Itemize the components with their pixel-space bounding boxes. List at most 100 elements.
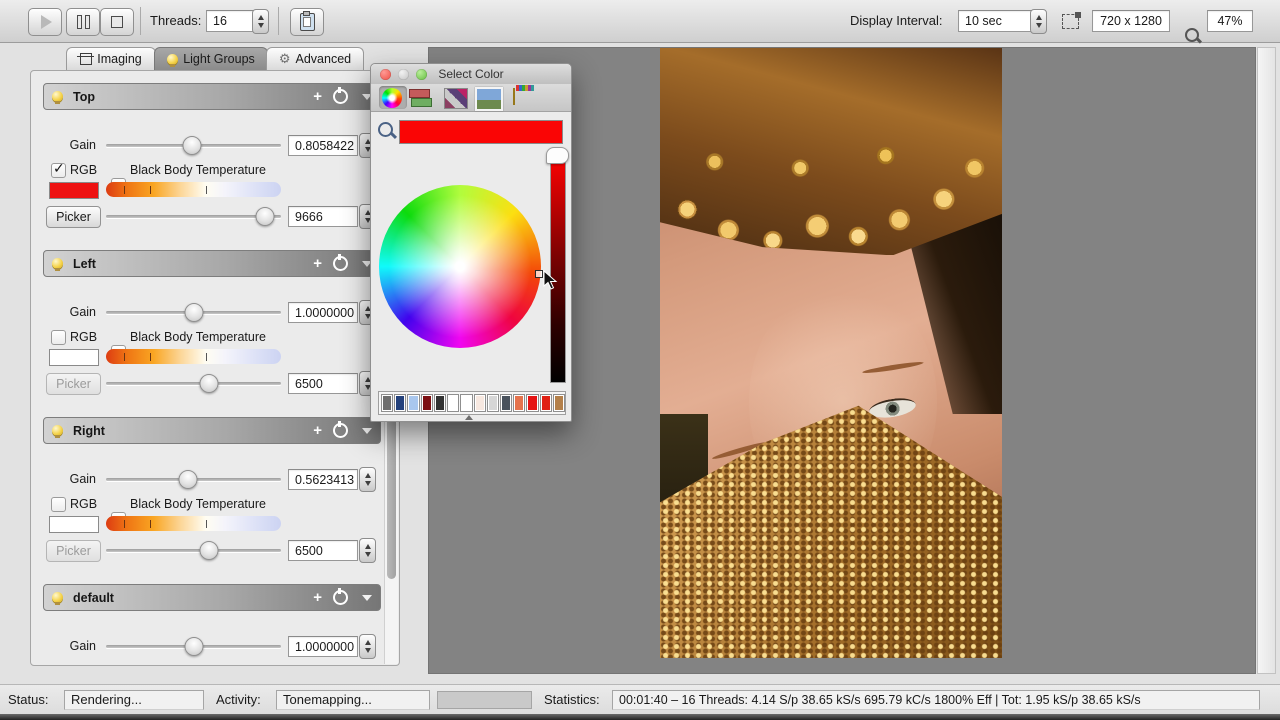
temperature-slider-thumb[interactable]: [200, 374, 219, 393]
swatch[interactable]: [540, 394, 552, 412]
gradient-tick: [124, 353, 126, 361]
gain-stepper[interactable]: [359, 634, 376, 659]
gain-slider[interactable]: [106, 144, 281, 147]
magnifier-picker-icon[interactable]: [378, 122, 393, 137]
gain-slider[interactable]: [106, 645, 281, 648]
power-toggle-icon[interactable]: [333, 89, 348, 104]
statistics-label: Statistics:: [544, 692, 600, 707]
resize-canvas-icon[interactable]: [1062, 14, 1079, 29]
picker-button[interactable]: Picker: [46, 206, 101, 228]
picker-button[interactable]: Picker: [46, 540, 101, 562]
brightness-slider[interactable]: [550, 153, 566, 383]
tab-advanced[interactable]: Advanced: [266, 47, 364, 70]
tab-light-groups[interactable]: Light Groups: [154, 47, 268, 70]
zoom-magnifier-icon[interactable]: [1185, 28, 1199, 42]
gain-slider[interactable]: [106, 311, 281, 314]
group-header[interactable]: Left: [43, 250, 381, 277]
tab-imaging[interactable]: Imaging: [66, 47, 156, 70]
rgb-checkbox[interactable]: [51, 330, 66, 345]
temperature-value[interactable]: 9666: [288, 206, 358, 227]
gain-slider-thumb[interactable]: [179, 470, 198, 489]
add-light-group-icon[interactable]: [313, 423, 322, 438]
group-name: Right: [73, 424, 105, 438]
swatch-drawer-grip[interactable]: [465, 415, 473, 420]
main-toolbar: Threads: 16 Display Interval: 10 sec 720…: [0, 0, 1280, 43]
gain-label: Gain: [43, 138, 96, 152]
swatch[interactable]: [474, 394, 486, 412]
swatch[interactable]: [460, 394, 472, 412]
swatch[interactable]: [434, 394, 446, 412]
add-light-group-icon[interactable]: [313, 256, 322, 271]
swatch[interactable]: [500, 394, 512, 412]
gain-value[interactable]: 0.8058422: [288, 135, 358, 156]
dialog-toolbar: [371, 84, 571, 112]
rgb-checkbox[interactable]: [51, 497, 66, 512]
gain-stepper[interactable]: [359, 467, 376, 492]
gain-slider[interactable]: [106, 478, 281, 481]
swatch-row: [378, 391, 566, 415]
stop-button[interactable]: [100, 8, 134, 36]
color-swatch[interactable]: [49, 349, 99, 366]
threads-stepper[interactable]: [252, 9, 269, 34]
power-toggle-icon[interactable]: [333, 590, 348, 605]
color-palettes-icon[interactable]: [444, 88, 468, 109]
chevron-down-icon[interactable]: [362, 428, 372, 434]
copy-button[interactable]: [290, 8, 324, 36]
temperature-value[interactable]: 6500: [288, 540, 358, 561]
swatch[interactable]: [526, 394, 538, 412]
gain-value[interactable]: 1.0000000: [288, 636, 358, 657]
swatch[interactable]: [407, 394, 419, 412]
temperature-slider-thumb[interactable]: [256, 207, 275, 226]
power-toggle-icon[interactable]: [333, 256, 348, 271]
gain-slider-thumb[interactable]: [184, 637, 203, 656]
gain-label: Gain: [43, 305, 96, 319]
display-interval-value[interactable]: 10 sec: [958, 10, 1032, 32]
group-header[interactable]: default: [43, 584, 381, 611]
display-interval-stepper[interactable]: [1030, 9, 1047, 34]
color-swatch[interactable]: [49, 182, 99, 199]
add-light-group-icon[interactable]: [313, 590, 322, 605]
gain-value[interactable]: 0.5623413: [288, 469, 358, 490]
add-light-group-icon[interactable]: [313, 89, 322, 104]
gain-slider-thumb[interactable]: [184, 303, 203, 322]
crayons-icon[interactable]: [513, 88, 515, 105]
gain-value[interactable]: 1.0000000: [288, 302, 358, 323]
hue-saturation-wheel[interactable]: [379, 185, 541, 348]
window-bottom-edge: [0, 714, 1280, 720]
color-sliders-icon[interactable]: [409, 89, 430, 106]
swatch[interactable]: [553, 394, 565, 412]
status-value: Rendering...: [64, 690, 204, 710]
light-group-default: default Gain 1.0000000: [43, 584, 381, 666]
swatch[interactable]: [487, 394, 499, 412]
chevron-down-icon[interactable]: [362, 595, 372, 601]
swatch[interactable]: [394, 394, 406, 412]
play-button[interactable]: [28, 8, 62, 36]
swatch[interactable]: [381, 394, 393, 412]
temperature-stepper[interactable]: [359, 538, 376, 563]
gain-slider-thumb[interactable]: [182, 136, 201, 155]
viewport-scrollbar[interactable]: [1257, 47, 1276, 674]
blackbody-gradient-bar: [106, 349, 281, 364]
color-wheel-icon[interactable]: [382, 88, 402, 108]
threads-value[interactable]: 16: [206, 10, 254, 32]
temperature-value[interactable]: 6500: [288, 373, 358, 394]
temperature-slider[interactable]: [106, 549, 281, 552]
image-palettes-icon[interactable]: [475, 87, 503, 111]
temperature-slider-thumb[interactable]: [200, 541, 219, 560]
picker-button[interactable]: Picker: [46, 373, 101, 395]
group-header[interactable]: Right: [43, 417, 381, 444]
dialog-titlebar[interactable]: Select Color: [371, 64, 571, 85]
group-header[interactable]: Top: [43, 83, 381, 110]
rgb-checkbox[interactable]: ✓: [51, 163, 66, 178]
color-swatch[interactable]: [49, 516, 99, 533]
temperature-slider[interactable]: [106, 382, 281, 385]
power-toggle-icon[interactable]: [333, 423, 348, 438]
pause-button[interactable]: [66, 8, 100, 36]
rgb-label: RGB: [70, 163, 97, 177]
brightness-slider-thumb[interactable]: [546, 147, 569, 164]
swatch[interactable]: [421, 394, 433, 412]
swatch[interactable]: [447, 394, 459, 412]
swatch[interactable]: [513, 394, 525, 412]
gain-label: Gain: [43, 472, 96, 486]
temperature-slider[interactable]: [106, 215, 281, 218]
